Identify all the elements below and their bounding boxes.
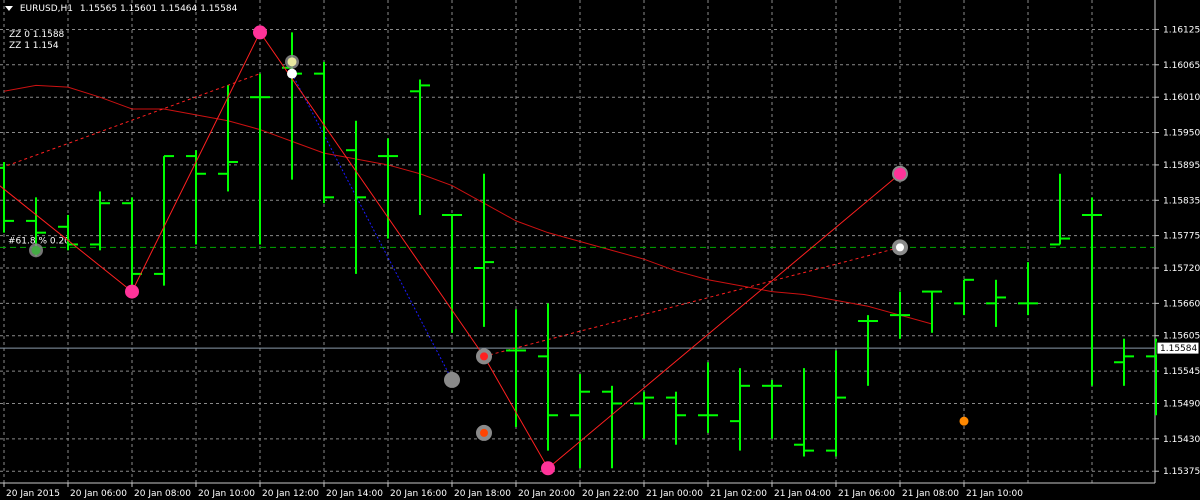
channel-line-blue [291,73,453,381]
x-tick-label: 20 Jan 08:00 [134,489,191,499]
chart-header: EURUSD,H1 1.15565 1.15601 1.15464 1.1558… [5,4,237,15]
y-tick-label: 1.16065 [1163,61,1200,71]
zz1-label: ZZ 1 1.154 [9,41,59,51]
trend-line-upper [0,73,261,169]
x-tick-label: 20 Jan 14:00 [326,489,383,499]
zigzag-marker-core [480,428,488,437]
y-tick-label: 1.15660 [1163,299,1200,309]
current-price-label: 1.15584 [1160,344,1197,354]
x-tick-label: 21 Jan 00:00 [646,489,703,499]
y-tick-label: 1.15430 [1163,435,1200,445]
blue-cross-marker [287,68,297,79]
y-tick-label: 1.15950 [1163,129,1200,139]
zigzag-marker-core [896,243,904,252]
x-tick-label: 20 Jan 06:00 [70,489,127,499]
x-tick-label: 20 Jan 12:00 [262,489,319,499]
y-tick-label: 1.15545 [1163,367,1200,377]
chart-window[interactable]: 1.16125 1.16065 1.16010 1.15950 1.15895 1.158… [0,0,1200,500]
y-tick-label: 1.15605 [1163,332,1200,342]
y-tick-label: 1.15490 [1163,399,1200,409]
signal-dot [959,416,969,426]
zigzag-pivot-high [894,167,906,180]
zigzag-pivot-high [253,25,267,40]
y-tick-label: 1.15835 [1163,196,1200,206]
x-tick-label: 21 Jan 02:00 [710,489,767,499]
zz0-label: ZZ 0 1.1588 [9,30,65,40]
zigzag-pivot-low [541,461,555,476]
zigzag-marker [287,57,297,67]
x-tick-label: 21 Jan 08:00 [902,489,959,499]
x-tick-label: 21 Jan 04:00 [774,489,831,499]
zigzag-marker-core [480,352,488,361]
collapse-arrow-icon[interactable] [5,6,13,11]
moving-average-line [3,84,933,325]
x-tick-label: 20 Jan 16:00 [390,489,447,499]
y-tick-label: 1.16010 [1163,93,1200,103]
x-tick-label: 20 Jan 10:00 [198,489,255,499]
y-tick-label: 1.15375 [1163,467,1200,477]
x-tick-label: 20 Jan 18:00 [454,489,511,499]
x-tick-label: 20 Jan 20:00 [518,489,575,499]
x-tick-label: 20 Jan 2015 [6,489,60,499]
y-tick-label: 1.15720 [1163,264,1200,274]
zigzag-marker [31,245,41,255]
y-tick-label: 1.15775 [1163,232,1200,242]
zigzag-pivot-low [125,284,139,299]
x-tick-label: 20 Jan 22:00 [582,489,639,499]
symbol-label: EURUSD,H1 [19,4,73,14]
zigzag-marker [444,371,460,388]
x-tick-label: 21 Jan 06:00 [838,489,895,499]
trend-line-lower [483,246,901,357]
x-tick-label: 21 Jan 10:00 [966,489,1023,499]
y-tick-label: 1.15895 [1163,161,1200,171]
price-chart[interactable]: 1.16125 1.16065 1.16010 1.15950 1.15895 1.158… [0,0,1200,500]
zigzag-line [0,31,901,470]
ohlc-readout: 1.15565 1.15601 1.15464 1.15584 [79,4,238,14]
y-tick-label: 1.16125 [1163,25,1200,35]
